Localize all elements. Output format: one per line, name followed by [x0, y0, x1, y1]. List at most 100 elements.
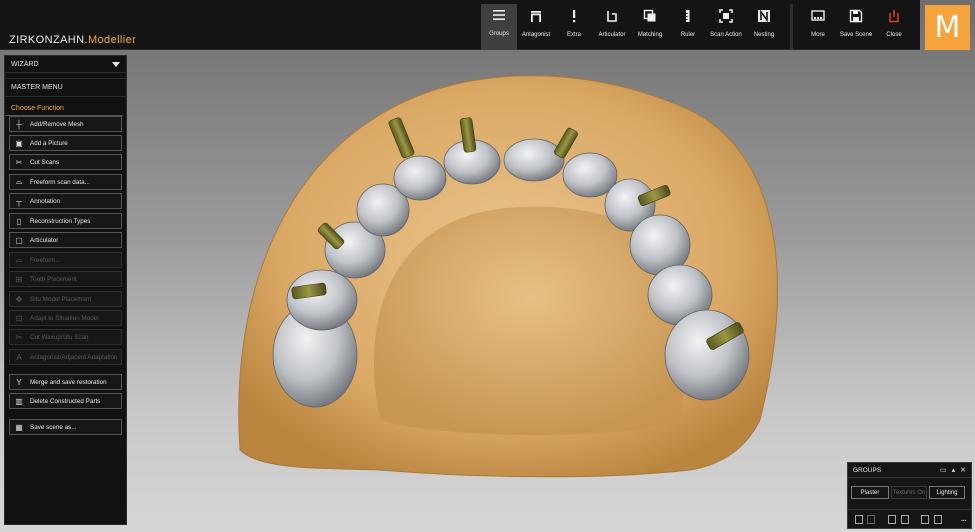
plaster-button[interactable]: Plaster: [851, 486, 889, 499]
scan-action-icon: [719, 5, 733, 27]
articulator-button[interactable]: ▢ Articulator: [9, 232, 122, 248]
view-square-icon[interactable]: [867, 515, 875, 524]
toolbar-ruler-button[interactable]: Ruler: [670, 5, 706, 49]
freeform-button[interactable]: ⌓ Freeform...: [9, 252, 122, 268]
toolbar-matching-button[interactable]: Matching: [632, 5, 668, 49]
button-label: Antagonist/Adjacent Adaptation: [30, 353, 118, 361]
button-label: Freeform...: [30, 256, 61, 264]
situ-model-placement-button[interactable]: ✥ Situ Model Placement: [9, 291, 122, 307]
toolbar-articulator-button[interactable]: Articulator: [594, 5, 630, 49]
annotation-button[interactable]: ┬ Annotation: [9, 193, 122, 209]
toolbar-label: Ruler: [680, 32, 696, 38]
view-square-icon[interactable]: [888, 515, 896, 524]
toolbar-antagonist-button[interactable]: Antagonist: [518, 5, 554, 49]
freeform-icon: ⌓: [15, 255, 23, 264]
view-square-icon[interactable]: [921, 515, 929, 524]
restore-window-icon[interactable]: ▭: [940, 466, 947, 474]
more-options-icon[interactable]: ...: [961, 513, 967, 524]
toolbar-more-button[interactable]: More: [800, 5, 836, 49]
toolbar-separator: [790, 4, 793, 50]
adapt-to-situation-model-button[interactable]: ⊡ Adapt to Situation Model: [9, 310, 122, 326]
brand-name: ZIRKONZAHN.: [9, 34, 88, 46]
logo-letter: M: [934, 10, 961, 45]
plus-icon: ┼: [16, 119, 22, 129]
toolbar-nesting-button[interactable]: Nesting: [746, 5, 782, 49]
more-icon: [811, 5, 825, 27]
reconstruction-types-button[interactable]: ▯ Reconstruction Types: [9, 213, 122, 229]
button-label: Delete Constructed Parts: [30, 397, 101, 405]
button-label: Freeform scan data...: [30, 178, 90, 186]
picture-icon: ▣: [15, 138, 23, 148]
merge-icon: Y: [16, 377, 22, 387]
scissors-icon: ✂: [15, 332, 23, 342]
delete-constructed-parts-button[interactable]: ▥ Delete Constructed Parts: [9, 393, 122, 409]
add-picture-button[interactable]: ▣ Add a Picture: [9, 135, 122, 151]
toolbar-label: Close: [886, 32, 902, 38]
toolbar-label: Articulator: [598, 32, 626, 38]
tooth-icon: ▯: [16, 216, 22, 226]
move-icon: ✥: [15, 294, 23, 304]
brand-product: Modellier: [87, 34, 137, 46]
ruler-icon: [681, 5, 695, 27]
toolbar-save-scene-button[interactable]: Save Scene: [838, 5, 874, 49]
close-icon[interactable]: ✕: [960, 466, 966, 474]
button-label: Cut Waxup/situ Scan: [30, 333, 89, 341]
groups-footer: ...: [848, 509, 971, 529]
trash-icon: ▥: [15, 396, 23, 406]
toolbar-close-button[interactable]: Close: [876, 5, 912, 49]
view-square-icon[interactable]: [855, 515, 863, 524]
toolbar-label: Extra: [566, 32, 581, 38]
freeform-scan-data-button[interactable]: ⌓ Freeform scan data...: [9, 174, 122, 190]
dental-model-view: [238, 75, 778, 478]
function-buttons: ┼ Add/Remove Mesh ▣ Add a Picture ✂ Cut Sca…: [4, 55, 127, 525]
button-label: Merge and save restoration: [30, 378, 107, 386]
button-label: Add/Remove Mesh: [30, 120, 84, 128]
toolbar-label: Groups: [489, 31, 509, 37]
tooth-placement-button[interactable]: ⊞ Tooth Placement: [9, 271, 122, 287]
button-label: Adapt to Situation Model: [30, 314, 99, 322]
button-label: Reconstruction Types: [30, 217, 91, 225]
save-scene-as-button[interactable]: ▦ Save scene as...: [9, 419, 122, 435]
button-label: Articulator: [30, 236, 59, 244]
matching-icon: [643, 5, 657, 27]
toolbar-scan-action-button[interactable]: Scan Action: [708, 5, 744, 49]
merge-save-restoration-button[interactable]: Y Merge and save restoration: [9, 374, 122, 390]
cut-scans-button[interactable]: ✂ Cut Scans: [9, 154, 122, 170]
toolbar-groups-button[interactable]: Groups: [481, 4, 517, 50]
antagonist-adjacent-adaptation-button[interactable]: A Antagonist/Adjacent Adaptation: [9, 349, 122, 365]
freeform-icon: ⌓: [15, 177, 23, 186]
toolbar-label: Scan Action: [710, 32, 742, 38]
cut-waxup-situ-scan-button[interactable]: ✂ Cut Waxup/situ Scan: [9, 329, 122, 345]
lighting-button[interactable]: Lighting: [929, 486, 965, 499]
adapt-icon: ⊡: [15, 313, 23, 323]
nesting-icon: [757, 5, 771, 27]
app-title: ZIRKONZAHN.Modellier: [9, 34, 136, 46]
app-logo: M: [925, 5, 970, 50]
3d-viewport[interactable]: [130, 52, 975, 532]
tooth-placement-icon: ⊞: [15, 274, 23, 284]
close-power-icon: [887, 5, 901, 27]
groups-panel: GROUPS ▭ ▴ ✕ Plaster Textures On Lightin…: [847, 462, 972, 529]
exclamation-icon: [567, 5, 581, 27]
button-label: Save scene as...: [30, 423, 77, 431]
button-label: Situ Model Placement: [30, 295, 92, 303]
toolbar-label: Matching: [637, 32, 663, 38]
letter-a-icon: A: [16, 352, 22, 362]
toolbar-label: Antagonist: [521, 32, 551, 38]
save-icon: [849, 5, 863, 27]
groups-title: GROUPS: [853, 466, 882, 474]
button-label: Tooth Placement: [30, 275, 77, 283]
collapse-up-icon[interactable]: ▴: [952, 466, 956, 474]
button-label: Annotation: [30, 197, 61, 205]
add-remove-mesh-button[interactable]: ┼ Add/Remove Mesh: [9, 116, 122, 132]
groups-panel-header: GROUPS ▭ ▴ ✕: [848, 463, 971, 478]
view-square-icon[interactable]: [901, 515, 909, 524]
textures-on-button[interactable]: Textures On: [891, 486, 927, 499]
toolbar-label: More: [811, 32, 825, 38]
antagonist-icon: [529, 5, 543, 27]
articulator-icon: ▢: [15, 235, 23, 245]
toolbar-extra-button[interactable]: Extra: [556, 5, 592, 49]
scissors-icon: ✂: [15, 157, 23, 167]
top-toolbar: ZIRKONZAHN.Modellier Groups Antagonist E…: [0, 0, 920, 50]
view-square-icon[interactable]: [934, 515, 942, 524]
